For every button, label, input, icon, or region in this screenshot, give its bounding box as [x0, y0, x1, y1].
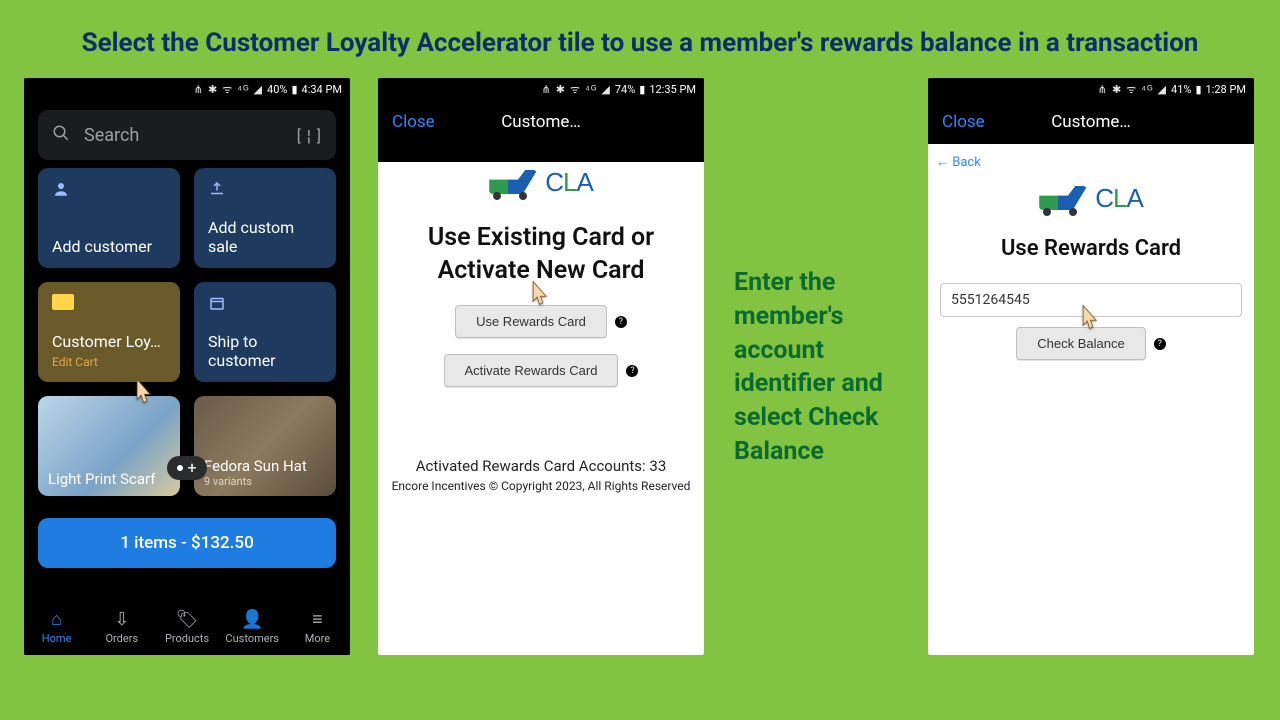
tab-bar: ⌂ Home ⇩ Orders 🏷 Products 👤 Customers ≡	[24, 599, 350, 655]
status-time: 12:35 PM	[649, 83, 696, 96]
tag-icon: 🏷	[176, 609, 199, 630]
upload-icon	[208, 180, 322, 204]
use-rewards-button[interactable]: Use Rewards Card	[455, 305, 607, 338]
inbox-icon: ⇩	[114, 609, 129, 630]
tile-ship-to-customer[interactable]: Ship to customer	[194, 282, 336, 382]
search-placeholder: Search	[84, 125, 139, 146]
tile-add-custom-sale[interactable]: Add custom sale	[194, 168, 336, 268]
battery-icon: ▮	[1195, 83, 1201, 96]
check-balance-button[interactable]: Check Balance	[1016, 327, 1145, 360]
battery-text: 74%	[615, 83, 635, 96]
person-icon: 👤	[241, 609, 263, 630]
tile-label: Add custom sale	[208, 218, 322, 256]
battery-icon: ▮	[639, 83, 645, 96]
cla-logo: CLA	[471, 162, 611, 202]
pager-dot-icon	[177, 465, 183, 471]
copyright: Encore Incentives © Copyright 2023, All …	[378, 479, 704, 493]
tab-customers[interactable]: 👤 Customers	[220, 599, 285, 655]
info-icon[interactable]: ?	[1154, 338, 1166, 350]
tile-customer-loyalty[interactable]: Customer Loy… Edit Cart	[38, 282, 180, 382]
calendar-icon	[208, 294, 322, 318]
battery-text: 41%	[1171, 83, 1191, 96]
tab-label: Home	[42, 632, 72, 645]
tab-more[interactable]: ≡ More	[285, 599, 350, 655]
status-bar: ⋔ ✱ ᯤ ⁴ᴳ ◢ 40% ▮ 4:34 PM	[24, 78, 350, 100]
home-icon: ⌂	[51, 609, 62, 630]
product-fedora[interactable]: Fedora Sun Hat 9 variants	[194, 396, 336, 496]
tab-products[interactable]: 🏷 Products	[154, 599, 219, 655]
phone-check-balance: ⋔ ✱ ᯤ ⁴ᴳ ◢ 41% ▮ 1:28 PM Close Custome… …	[928, 78, 1254, 655]
menu-icon: ≡	[312, 609, 323, 630]
close-button[interactable]: Close	[392, 112, 435, 132]
back-link[interactable]: ← Back	[928, 144, 1254, 174]
status-icons: ⋔ ✱ ᯤ ⁴ᴳ ◢	[1098, 82, 1167, 97]
person-icon	[52, 180, 166, 204]
plus-icon: +	[187, 460, 196, 476]
heading: Use Existing Card or Activate New Card	[378, 212, 704, 297]
tile-label: Customer Loy…	[52, 332, 161, 351]
annotation-text: Enter the member's account identifier an…	[734, 266, 904, 469]
nav-bar: Close Custome…	[928, 100, 1254, 144]
status-bar: ⋔ ✱ ᯤ ⁴ᴳ ◢ 41% ▮ 1:28 PM	[928, 78, 1254, 100]
info-icon[interactable]: ?	[615, 316, 627, 328]
tab-label: More	[305, 632, 330, 645]
tile-label: Add customer	[52, 237, 166, 256]
heading: Use Rewards Card	[928, 228, 1254, 275]
search-icon	[52, 124, 70, 147]
barcode-icon[interactable]: [ ¦ ]	[297, 126, 322, 145]
battery-text: 40%	[267, 83, 287, 96]
info-icon[interactable]: ?	[626, 365, 638, 377]
search-input[interactable]: Search [ ¦ ]	[38, 110, 336, 160]
phone-pos: ⋔ ✱ ᯤ ⁴ᴳ ◢ 40% ▮ 4:34 PM Search [ ¦ ] Ad…	[24, 78, 350, 655]
add-product-pill[interactable]: +	[167, 456, 207, 480]
tab-orders[interactable]: ⇩ Orders	[89, 599, 154, 655]
account-input[interactable]: 5551264545	[940, 283, 1242, 317]
cla-logo: CLA	[1021, 178, 1161, 218]
nav-bar: Close Custome…	[378, 100, 704, 144]
tab-label: Orders	[105, 632, 138, 645]
tile-label: Ship to customer	[208, 332, 322, 370]
activate-rewards-button[interactable]: Activate Rewards Card	[444, 354, 619, 387]
tab-home[interactable]: ⌂ Home	[24, 599, 89, 655]
status-time: 1:28 PM	[1206, 83, 1246, 96]
tab-label: Customers	[225, 632, 279, 645]
tile-sublabel: Edit Cart	[52, 355, 98, 369]
product-title: Fedora Sun Hat	[204, 457, 307, 475]
battery-icon: ▮	[291, 83, 297, 96]
product-title: Light Print Scarf	[48, 470, 155, 488]
tab-label: Products	[165, 632, 209, 645]
product-variants: 9 variants	[204, 475, 307, 488]
cla-icon	[52, 294, 74, 310]
product-scarf[interactable]: Light Print Scarf	[38, 396, 180, 496]
activated-count: Activated Rewards Card Accounts: 33	[378, 457, 704, 475]
tile-add-customer[interactable]: Add customer	[38, 168, 180, 268]
status-icons: ⋔ ✱ ᯤ ⁴ᴳ ◢	[541, 82, 610, 97]
status-bar: ⋔ ✱ ᯤ ⁴ᴳ ◢ 74% ▮ 12:35 PM	[378, 78, 704, 100]
status-icons: ⋔ ✱ ᯤ ⁴ᴳ ◢	[194, 82, 263, 97]
page-title: Select the Customer Loyalty Accelerator …	[0, 0, 1280, 68]
cart-button[interactable]: 1 items - $132.50	[38, 518, 336, 568]
phone-use-or-activate: ⋔ ✱ ᯤ ⁴ᴳ ◢ 74% ▮ 12:35 PM Close Custome……	[378, 78, 704, 655]
close-button[interactable]: Close	[942, 112, 985, 132]
status-time: 4:34 PM	[302, 83, 342, 96]
